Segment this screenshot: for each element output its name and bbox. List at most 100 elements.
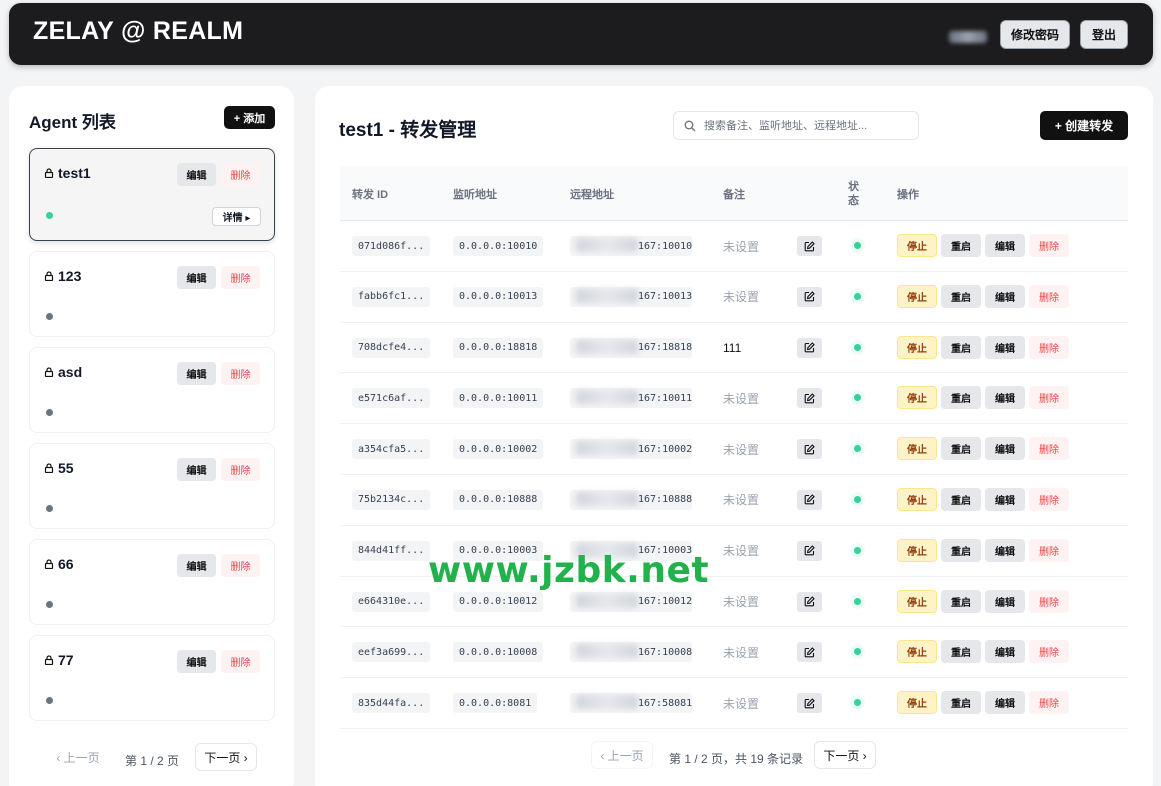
forward-id: fabb6fc1... bbox=[352, 286, 431, 307]
edit-note-button[interactable] bbox=[797, 236, 822, 256]
col-status: 状 态 bbox=[848, 180, 859, 207]
agent-name: 77 bbox=[44, 652, 74, 668]
delete-button[interactable]: 删除 bbox=[1029, 538, 1069, 562]
agent-card[interactable]: asd 编辑 删除 bbox=[29, 347, 275, 433]
delete-button[interactable]: 删除 bbox=[1029, 437, 1069, 461]
edit-note-button[interactable] bbox=[797, 540, 822, 561]
stop-button[interactable]: 停止 bbox=[897, 538, 937, 562]
agent-delete-button[interactable]: 删除 bbox=[221, 163, 260, 186]
agent-edit-button[interactable]: 编辑 bbox=[177, 458, 216, 481]
restart-button[interactable]: 重启 bbox=[941, 691, 981, 715]
create-forward-button[interactable]: + 创建转发 bbox=[1040, 111, 1128, 140]
agent-edit-button[interactable]: 编辑 bbox=[177, 163, 216, 186]
agent-next-page-button[interactable]: 下一页 › bbox=[195, 743, 257, 771]
add-agent-button[interactable]: + 添加 bbox=[224, 106, 275, 129]
delete-button[interactable]: 删除 bbox=[1029, 589, 1069, 613]
stop-button[interactable]: 停止 bbox=[897, 640, 937, 664]
restart-button[interactable]: 重启 bbox=[941, 386, 981, 410]
edit-note-button[interactable] bbox=[797, 337, 822, 358]
delete-button[interactable]: 删除 bbox=[1029, 234, 1069, 257]
edit-button[interactable]: 编辑 bbox=[985, 335, 1025, 359]
search-box[interactable] bbox=[673, 111, 919, 140]
delete-button[interactable]: 删除 bbox=[1029, 691, 1069, 715]
agent-delete-button[interactable]: 删除 bbox=[221, 458, 260, 481]
delete-button[interactable]: 删除 bbox=[1029, 487, 1069, 511]
edit-note-button[interactable] bbox=[797, 388, 822, 409]
remote-port: 167:10011 bbox=[638, 392, 693, 404]
edit-button[interactable]: 编辑 bbox=[985, 437, 1025, 461]
delete-button[interactable]: 删除 bbox=[1029, 335, 1069, 359]
restart-button[interactable]: 重启 bbox=[941, 437, 981, 461]
delete-button[interactable]: 删除 bbox=[1029, 284, 1069, 308]
agent-edit-button[interactable]: 编辑 bbox=[177, 362, 216, 385]
forward-note: 未设置 bbox=[723, 645, 760, 660]
agent-detail-button[interactable]: 详情 ▸ bbox=[212, 207, 261, 226]
agent-card[interactable]: 123 编辑 删除 bbox=[29, 251, 275, 337]
table-row: fabb6fc1... 0.0.0.0:10013 167:10013 未设置 停止 重启… bbox=[340, 272, 1128, 323]
listen-address: 0.0.0.0:10888 bbox=[453, 489, 544, 510]
stop-button[interactable]: 停止 bbox=[897, 589, 937, 613]
restart-button[interactable]: 重启 bbox=[941, 589, 981, 613]
forward-prev-page-button[interactable]: ‹ 上一页 bbox=[591, 741, 653, 769]
edit-button[interactable]: 编辑 bbox=[985, 589, 1025, 613]
remote-host-redacted bbox=[576, 339, 638, 354]
lock-icon bbox=[44, 655, 54, 665]
agent-card[interactable]: test1 编辑 删除 详情 ▸ bbox=[29, 148, 275, 241]
agent-prev-page-button[interactable]: ‹ 上一页 bbox=[45, 743, 111, 771]
edit-button[interactable]: 编辑 bbox=[985, 538, 1025, 562]
edit-note-button[interactable] bbox=[797, 591, 822, 612]
delete-button[interactable]: 删除 bbox=[1029, 386, 1069, 410]
agent-delete-button[interactable]: 删除 bbox=[221, 362, 260, 385]
table-row: 071d086f... 0.0.0.0:10010 167:10010 未设置 停止 重启… bbox=[340, 221, 1128, 272]
edit-note-button[interactable] bbox=[797, 439, 822, 460]
agent-delete-button[interactable]: 删除 bbox=[221, 554, 260, 577]
stop-button[interactable]: 停止 bbox=[897, 691, 937, 715]
table-row: 75b2134c... 0.0.0.0:10888 167:10888 未设置 停止 重启… bbox=[340, 475, 1128, 526]
forward-next-page-button[interactable]: 下一页 › bbox=[814, 741, 876, 769]
agent-status-dot bbox=[46, 601, 53, 608]
remote-host-redacted bbox=[576, 491, 638, 506]
restart-button[interactable]: 重启 bbox=[941, 487, 981, 511]
stop-button[interactable]: 停止 bbox=[897, 437, 937, 461]
agent-edit-button[interactable]: 编辑 bbox=[177, 554, 216, 577]
forward-note: 111 bbox=[723, 340, 742, 355]
change-password-button[interactable]: 修改密码 bbox=[1000, 20, 1070, 49]
logout-button[interactable]: 登出 bbox=[1080, 20, 1128, 49]
forward-id: e664310e... bbox=[352, 591, 431, 612]
stop-button[interactable]: 停止 bbox=[897, 487, 937, 511]
agent-card[interactable]: 77 编辑 删除 bbox=[29, 635, 275, 721]
col-remote: 远程地址 bbox=[570, 188, 614, 201]
edit-note-button[interactable] bbox=[797, 489, 822, 510]
agent-card[interactable]: 55 编辑 删除 bbox=[29, 443, 275, 529]
watermark-text: www.jzbk.net bbox=[428, 550, 710, 591]
stop-button[interactable]: 停止 bbox=[897, 284, 937, 308]
agent-card[interactable]: 66 编辑 删除 bbox=[29, 539, 275, 625]
edit-button[interactable]: 编辑 bbox=[985, 691, 1025, 715]
edit-button[interactable]: 编辑 bbox=[985, 284, 1025, 308]
restart-button[interactable]: 重启 bbox=[941, 335, 981, 359]
edit-button[interactable]: 编辑 bbox=[985, 234, 1025, 257]
edit-button[interactable]: 编辑 bbox=[985, 386, 1025, 410]
restart-button[interactable]: 重启 bbox=[941, 538, 981, 562]
edit-button[interactable]: 编辑 bbox=[985, 487, 1025, 511]
delete-button[interactable]: 删除 bbox=[1029, 640, 1069, 664]
restart-button[interactable]: 重启 bbox=[941, 234, 981, 257]
agent-delete-button[interactable]: 删除 bbox=[221, 650, 260, 673]
edit-button[interactable]: 编辑 bbox=[985, 640, 1025, 664]
agent-edit-button[interactable]: 编辑 bbox=[177, 650, 216, 673]
search-input[interactable] bbox=[704, 119, 914, 132]
restart-button[interactable]: 重启 bbox=[941, 284, 981, 308]
edit-note-button[interactable] bbox=[797, 642, 822, 663]
stop-button[interactable]: 停止 bbox=[897, 234, 937, 257]
remote-port: 167:10010 bbox=[638, 240, 693, 252]
edit-note-button[interactable] bbox=[797, 286, 822, 307]
forward-note: 未设置 bbox=[723, 493, 760, 508]
restart-button[interactable]: 重启 bbox=[941, 640, 981, 664]
col-id: 转发 ID bbox=[352, 188, 389, 201]
stop-button[interactable]: 停止 bbox=[897, 335, 937, 359]
agent-delete-button[interactable]: 删除 bbox=[221, 266, 260, 289]
edit-note-button[interactable] bbox=[797, 693, 822, 714]
edit-note-icon bbox=[804, 240, 815, 251]
agent-edit-button[interactable]: 编辑 bbox=[177, 266, 216, 289]
stop-button[interactable]: 停止 bbox=[897, 386, 937, 410]
